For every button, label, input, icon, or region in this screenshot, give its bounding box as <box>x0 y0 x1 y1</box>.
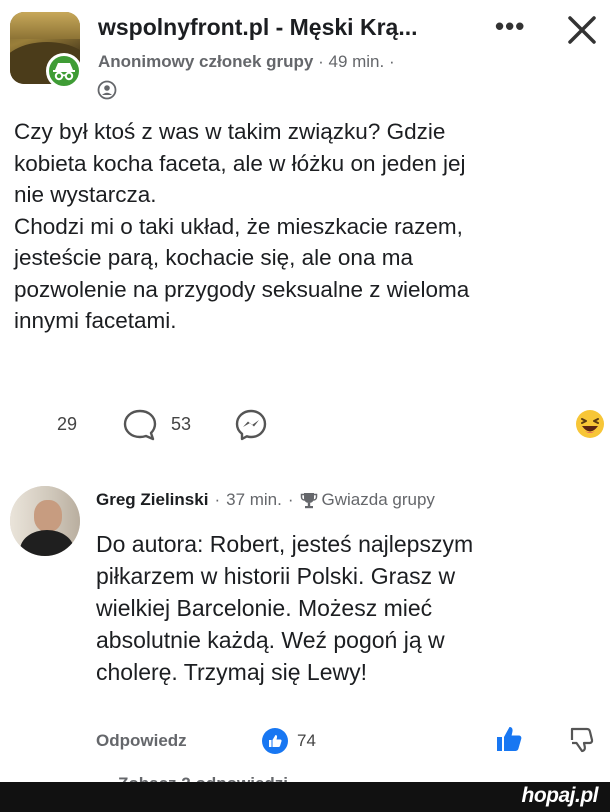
meta-separator-trailing: · <box>388 52 395 71</box>
post-paragraph-1: Czy był ktoś z was w takim związku? Gdzi… <box>14 119 466 207</box>
meta-separator: · <box>214 490 221 509</box>
group-star-badge: Gwiazda grupy <box>321 490 435 509</box>
reply-button[interactable]: Odpowiedz <box>96 731 187 751</box>
thumbs-down-icon <box>570 727 594 753</box>
comment-meta: Greg Zielinski · 37 min. · Gwiazda grupy <box>96 490 435 510</box>
post-body: Czy był ktoś z was w takim związku? Gdzi… <box>14 116 594 337</box>
post-meta: Anonimowy członek grupy · 49 min. · <box>98 52 395 72</box>
group-avatar-sky <box>10 12 80 40</box>
section-divider <box>0 466 610 467</box>
messenger-share-icon[interactable] <box>234 408 268 447</box>
thumbs-up-icon <box>497 727 522 751</box>
site-watermark: hopaj.pl <box>521 784 599 807</box>
meta-separator: · <box>318 52 329 71</box>
group-title[interactable]: wspolnyfront.pl - Męski Krą... <box>98 14 417 41</box>
reaction-count[interactable]: 29 <box>57 414 77 435</box>
anonymous-member-icon <box>46 53 82 89</box>
upvote-button[interactable] <box>494 724 524 759</box>
like-reaction-badge[interactable] <box>262 728 288 754</box>
post-paragraph-2: Chodzi mi o taki układ, że mieszkacie ra… <box>14 213 470 334</box>
post-header: wspolnyfront.pl - Męski Krą... ••• Anoni… <box>0 0 610 105</box>
comment-time[interactable]: 37 min. <box>226 490 282 510</box>
privacy-icon <box>97 80 117 100</box>
comment-icon[interactable] <box>122 408 158 447</box>
post-reactions-bar: 29 53 <box>0 402 610 448</box>
trophy-icon <box>300 493 317 509</box>
more-options-button[interactable]: ••• <box>495 13 525 39</box>
like-count[interactable]: 74 <box>297 731 316 751</box>
downvote-button[interactable] <box>567 724 597 759</box>
like-icon <box>269 735 282 747</box>
comment-actions: Odpowiedz 74 <box>0 720 610 760</box>
close-button[interactable] <box>562 10 602 50</box>
post-time[interactable]: 49 min. <box>328 52 384 71</box>
commenter-name[interactable]: Greg Zielinski <box>96 490 208 510</box>
comment-count[interactable]: 53 <box>171 414 191 435</box>
meta-separator-2: · <box>287 490 294 509</box>
avatar-head <box>34 500 62 532</box>
members-only-icon <box>97 80 117 100</box>
incognito-icon <box>53 63 75 81</box>
watermark-bar: hopaj.pl <box>0 782 610 812</box>
comment-text: Do autora: Robert, jesteś najlepszym pił… <box>96 531 474 685</box>
commenter-avatar[interactable] <box>10 486 80 556</box>
view-replies-link[interactable]: Zobacz 2 odpowiedzi <box>118 772 288 782</box>
laughing-emoji-icon[interactable] <box>574 408 606 445</box>
close-icon <box>568 16 596 44</box>
post-author[interactable]: Anonimowy członek grupy <box>98 52 313 71</box>
